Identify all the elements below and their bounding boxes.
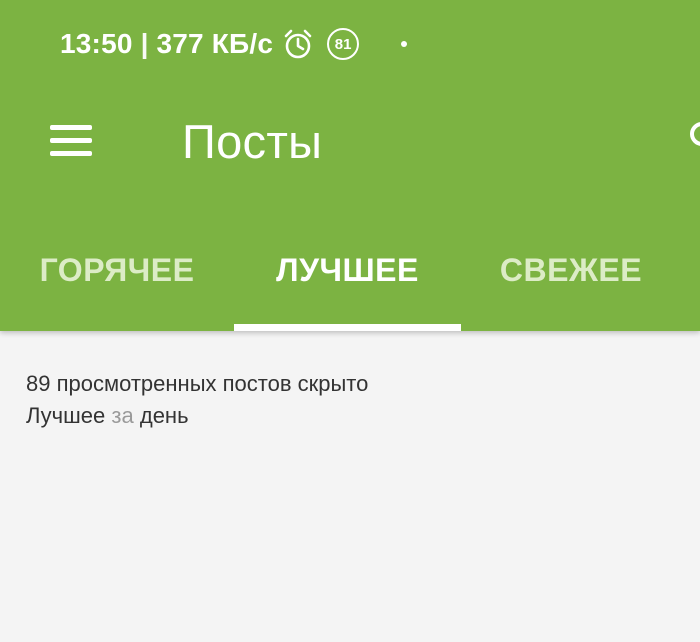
period-connector: за [111, 403, 134, 428]
app-screen: 13:50 | 377 КБ/с 81 Посты ГОРЯЧЕЕ ЛУЧШЕЕ… [0, 0, 700, 642]
status-separator: | [140, 28, 149, 59]
tab-hot[interactable]: ГОРЯЧЕЕ [0, 236, 234, 331]
menu-icon [50, 125, 92, 157]
notification-dot-icon [401, 41, 408, 47]
active-tab-indicator [234, 324, 461, 331]
feed-content: 89 просмотренных постов скрыто Лучшее за… [0, 331, 700, 642]
app-bar: 13:50 | 377 КБ/с 81 Посты ГОРЯЧЕЕ ЛУЧШЕЕ… [0, 0, 700, 331]
menu-button[interactable] [40, 114, 102, 168]
tab-bar: ГОРЯЧЕЕ ЛУЧШЕЕ СВЕЖЕЕ [0, 236, 700, 331]
period-prefix: Лучшее [26, 403, 106, 428]
tab-new[interactable]: СВЕЖЕЕ [461, 236, 681, 331]
hidden-posts-notice: 89 просмотренных постов скрыто [26, 371, 369, 396]
status-bar: 13:50 | 377 КБ/с 81 [60, 24, 408, 64]
search-icon [690, 122, 700, 146]
tab-new-label: СВЕЖЕЕ [499, 252, 643, 288]
period-selector[interactable]: день [140, 403, 189, 428]
network-speed: 377 КБ/с [156, 28, 274, 59]
period-line: Лучшее за день [26, 403, 189, 429]
alarm-icon [281, 27, 315, 61]
tab-best-label: ЛУЧШЕЕ [276, 252, 419, 288]
battery-badge: 81 [327, 28, 360, 60]
search-button[interactable] [682, 110, 700, 166]
page-title: Посты [182, 115, 323, 168]
status-time: 13:50 [60, 28, 133, 59]
tab-best[interactable]: ЛУЧШЕЕ [234, 236, 461, 331]
tab-hot-label: ГОРЯЧЕЕ [39, 252, 195, 288]
